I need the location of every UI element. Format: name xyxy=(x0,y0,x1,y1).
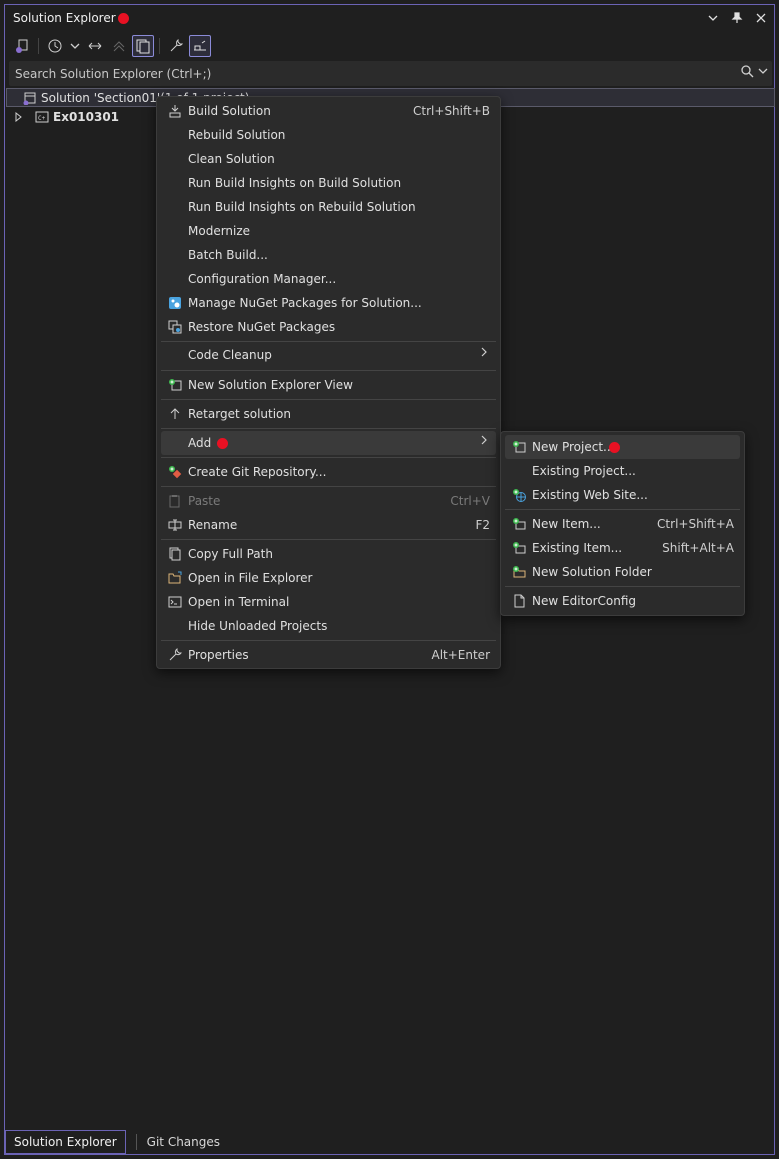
tab-solution-explorer[interactable]: Solution Explorer xyxy=(5,1130,126,1154)
submenu-item-existing-project[interactable]: Existing Project... xyxy=(505,459,740,483)
menu-separator xyxy=(161,428,496,429)
project-icon: C+ xyxy=(35,111,49,123)
menu-separator xyxy=(161,457,496,458)
search-input[interactable]: Search Solution Explorer (Ctrl+;) xyxy=(9,61,772,86)
wrench-icon xyxy=(167,647,183,663)
menu-item-configuration-manager[interactable]: Configuration Manager... xyxy=(161,267,496,291)
panel-titlebar: Solution Explorer xyxy=(5,5,774,31)
menu-separator xyxy=(161,486,496,487)
menu-separator xyxy=(505,509,740,510)
terminal-icon xyxy=(167,594,183,610)
existing-item-icon xyxy=(511,540,527,556)
chevron-right-icon xyxy=(480,434,488,450)
title-actions xyxy=(704,9,770,27)
folder-add-icon xyxy=(511,564,527,580)
new-item-icon xyxy=(511,516,527,532)
chevron-down-icon[interactable] xyxy=(704,9,722,27)
menu-separator xyxy=(161,539,496,540)
submenu-item-new-project[interactable]: New Project... xyxy=(505,435,740,459)
menu-item-build-insights-rebuild[interactable]: Run Build Insights on Rebuild Solution xyxy=(161,195,496,219)
build-icon xyxy=(167,103,183,119)
menu-item-new-solution-explorer-view[interactable]: New Solution Explorer View xyxy=(161,373,496,397)
nuget-icon xyxy=(167,295,183,311)
search-placeholder: Search Solution Explorer (Ctrl+;) xyxy=(15,66,212,81)
submenu-item-existing-item[interactable]: Existing Item... Shift+Alt+A xyxy=(505,536,740,560)
folder-open-icon xyxy=(167,570,183,586)
menu-separator xyxy=(161,640,496,641)
submenu-item-new-editorconfig[interactable]: New EditorConfig xyxy=(505,589,740,613)
menu-item-copy-full-path[interactable]: Copy Full Path xyxy=(161,542,496,566)
menu-item-retarget-solution[interactable]: Retarget solution xyxy=(161,402,496,426)
show-all-files-icon[interactable] xyxy=(132,35,154,57)
expand-arrow-icon[interactable] xyxy=(15,111,23,122)
panel-toolbar xyxy=(5,32,774,60)
project-label: Ex010301 xyxy=(53,109,120,124)
wrench-icon[interactable] xyxy=(165,35,187,57)
menu-separator xyxy=(161,370,496,371)
pin-icon[interactable] xyxy=(728,9,746,27)
menu-item-create-git-repository[interactable]: Create Git Repository... xyxy=(161,460,496,484)
submenu-item-new-solution-folder[interactable]: New Solution Folder xyxy=(505,560,740,584)
menu-item-open-terminal[interactable]: Open in Terminal xyxy=(161,590,496,614)
rename-icon xyxy=(167,517,183,533)
svg-text:C+: C+ xyxy=(38,115,46,122)
menu-item-modernize[interactable]: Modernize xyxy=(161,219,496,243)
restore-packages-icon xyxy=(167,319,183,335)
red-marker-icon xyxy=(217,438,228,449)
preview-selected-icon[interactable] xyxy=(189,35,211,57)
tab-git-changes[interactable]: Git Changes xyxy=(147,1130,228,1154)
file-icon xyxy=(511,593,527,609)
submenu-item-new-item[interactable]: New Item... Ctrl+Shift+A xyxy=(505,512,740,536)
menu-item-properties[interactable]: Properties Alt+Enter xyxy=(161,643,496,667)
close-icon[interactable] xyxy=(752,9,770,27)
menu-separator xyxy=(161,341,496,342)
red-marker-icon xyxy=(609,442,620,453)
menu-item-build-insights-build[interactable]: Run Build Insights on Build Solution xyxy=(161,171,496,195)
red-marker-icon xyxy=(117,12,129,24)
project-node[interactable]: C+ Ex010301 xyxy=(6,107,119,126)
solution-context-menu: Build Solution Ctrl+Shift+B Rebuild Solu… xyxy=(156,96,501,669)
toolbar-divider xyxy=(159,38,160,54)
menu-item-rename[interactable]: Rename F2 xyxy=(161,513,496,537)
menu-separator xyxy=(505,586,740,587)
menu-item-manage-nuget[interactable]: Manage NuGet Packages for Solution... xyxy=(161,291,496,315)
add-submenu: New Project... Existing Project... Exist… xyxy=(500,431,745,616)
git-icon xyxy=(167,464,183,480)
menu-item-add[interactable]: Add xyxy=(161,431,496,455)
submenu-item-existing-web-site[interactable]: Existing Web Site... xyxy=(505,483,740,507)
sync-icon[interactable] xyxy=(84,35,106,57)
chevron-right-icon xyxy=(480,346,488,362)
menu-item-code-cleanup[interactable]: Code Cleanup xyxy=(161,343,496,367)
menu-item-build-solution[interactable]: Build Solution Ctrl+Shift+B xyxy=(161,99,496,123)
menu-item-open-file-explorer[interactable]: Open in File Explorer xyxy=(161,566,496,590)
search-icon[interactable] xyxy=(740,64,754,81)
chevron-down-icon[interactable] xyxy=(68,35,82,57)
copy-icon xyxy=(167,546,183,562)
chevron-down-icon[interactable] xyxy=(758,64,768,81)
paste-icon xyxy=(167,493,183,509)
solution-icon xyxy=(23,91,37,105)
tab-divider xyxy=(135,1134,137,1150)
collapse-up-icon[interactable] xyxy=(108,35,130,57)
menu-item-restore-nuget[interactable]: Restore NuGet Packages xyxy=(161,315,496,339)
panel-title: Solution Explorer xyxy=(13,11,116,25)
menu-separator xyxy=(161,399,496,400)
menu-item-batch-build[interactable]: Batch Build... xyxy=(161,243,496,267)
switch-views-icon[interactable] xyxy=(11,35,33,57)
new-project-icon xyxy=(511,439,527,455)
bottom-tab-strip: Solution Explorer Git Changes xyxy=(5,1130,774,1154)
menu-item-clean-solution[interactable]: Clean Solution xyxy=(161,147,496,171)
menu-item-hide-unloaded-projects[interactable]: Hide Unloaded Projects xyxy=(161,614,496,638)
new-view-icon xyxy=(167,377,183,393)
menu-item-paste: Paste Ctrl+V xyxy=(161,489,496,513)
solution-label: Solution 'Section01' xyxy=(41,90,161,105)
history-icon[interactable] xyxy=(44,35,66,57)
toolbar-divider xyxy=(38,38,39,54)
arrow-up-icon xyxy=(167,406,183,422)
globe-add-icon xyxy=(511,487,527,503)
menu-item-rebuild-solution[interactable]: Rebuild Solution xyxy=(161,123,496,147)
